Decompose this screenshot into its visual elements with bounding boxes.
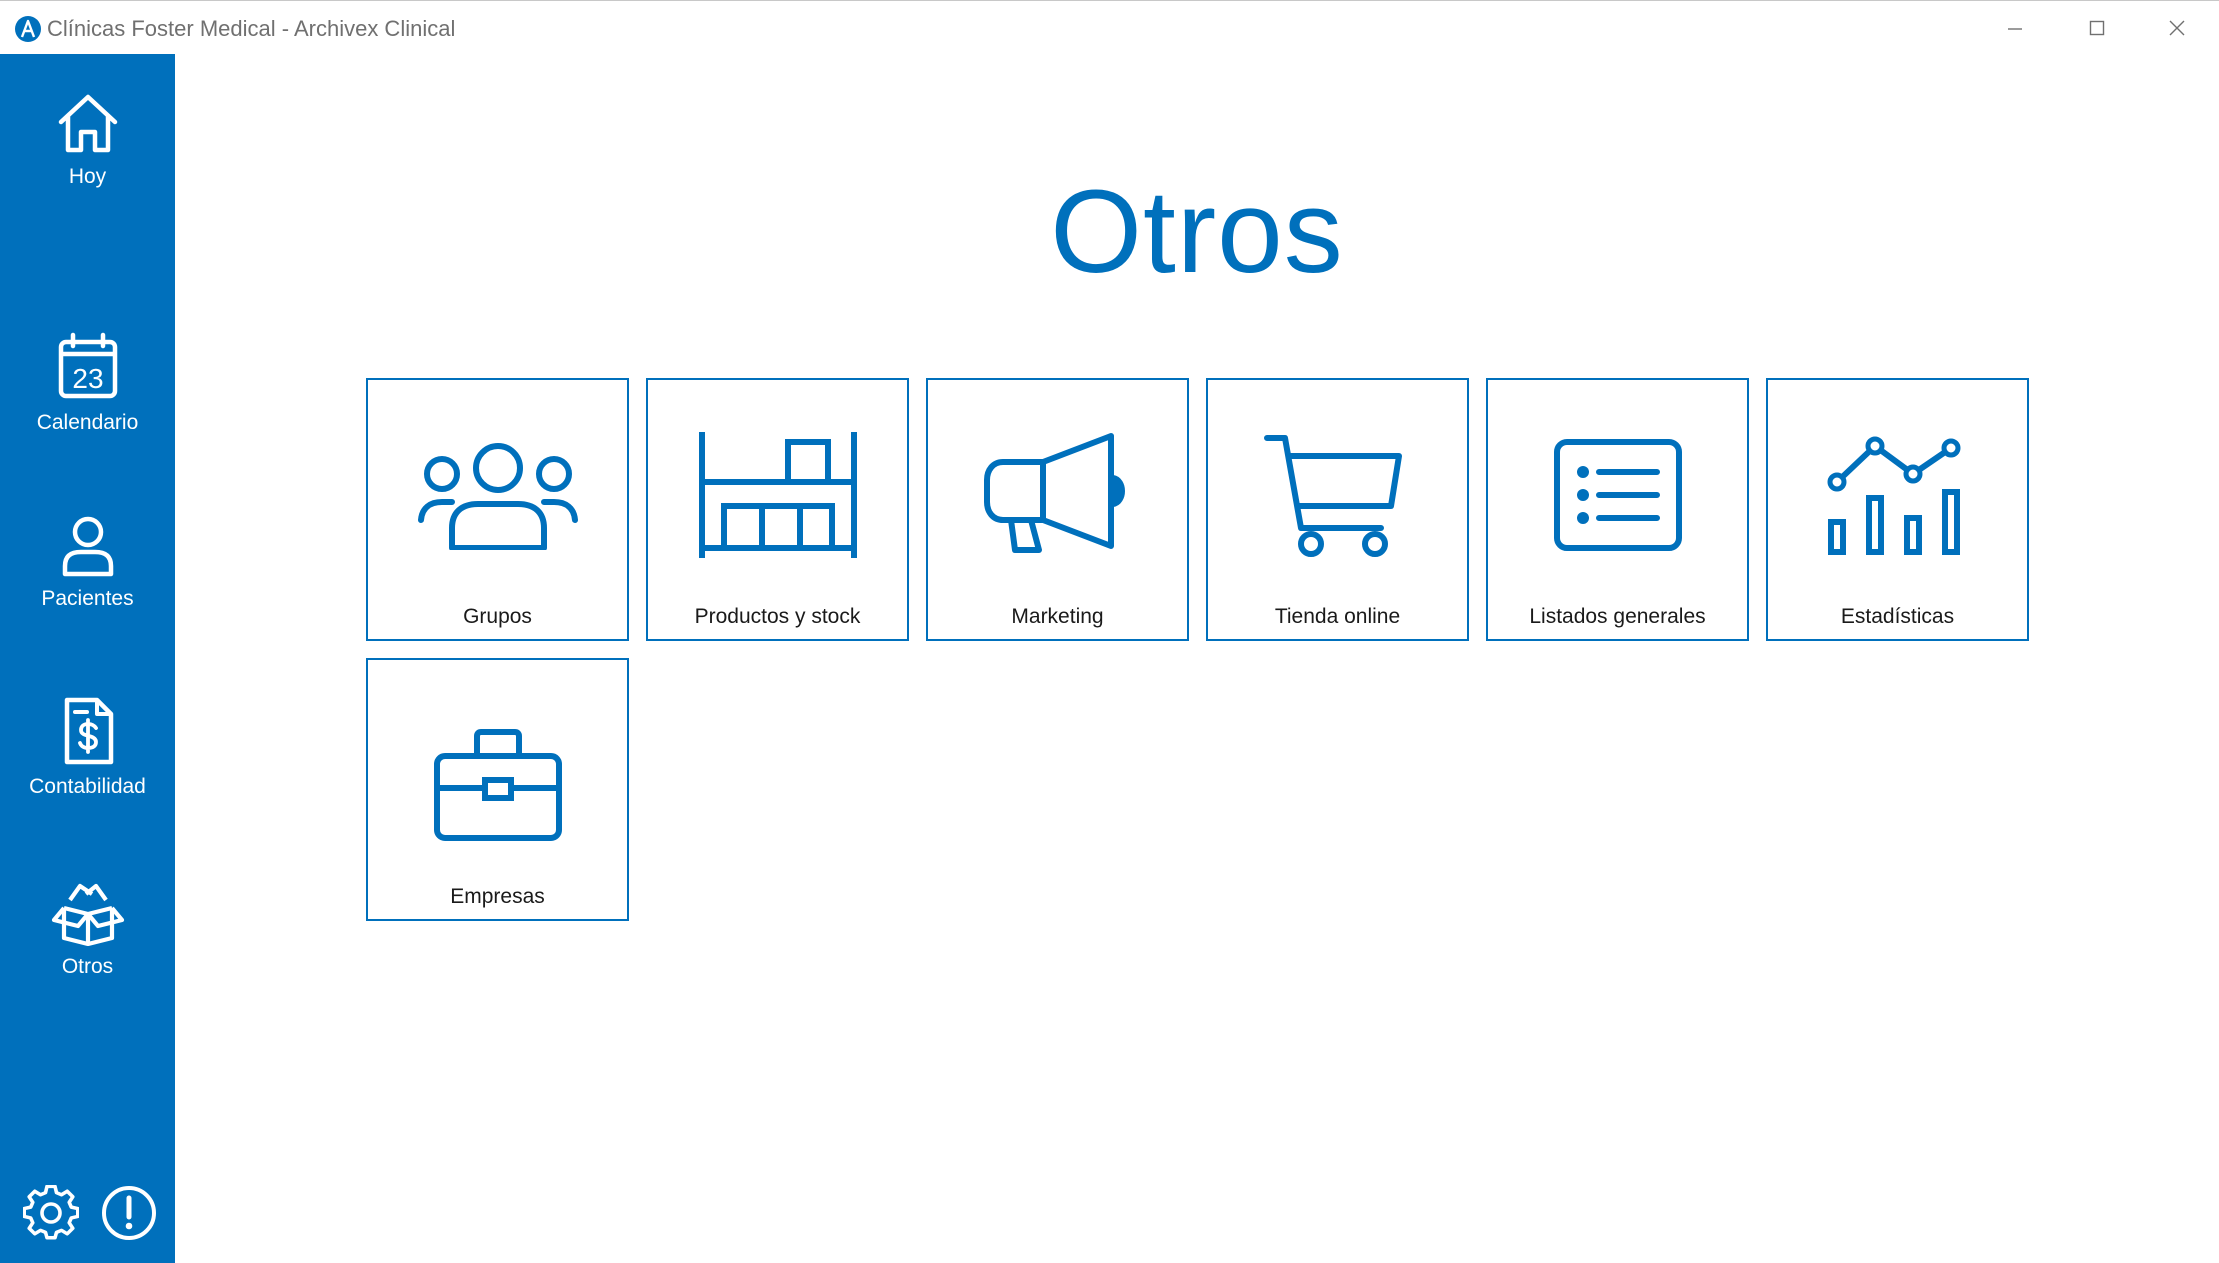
sidebar: Hoy 23 Calendario Pacientes Contabilidad xyxy=(0,54,175,1263)
tile-label: Estadísticas xyxy=(1840,605,1955,628)
people-group-icon xyxy=(417,443,578,550)
sidebar-item-label: Pacientes xyxy=(41,587,134,610)
maximize-icon xyxy=(2089,20,2105,36)
tile-empresas[interactable]: Empresas xyxy=(366,658,629,921)
calendar-icon: 23 xyxy=(58,332,117,399)
title-bar: Clínicas Foster Medical - Archivex Clini… xyxy=(0,0,2219,54)
sidebar-item-calendario[interactable]: 23 Calendario xyxy=(0,332,175,482)
sidebar-item-otros[interactable]: Otros xyxy=(0,882,175,1032)
tile-label: Tienda online xyxy=(1274,605,1401,628)
shelf-boxes-icon xyxy=(698,432,857,558)
minimize-icon xyxy=(2008,28,2022,30)
person-icon xyxy=(62,516,113,577)
tile-label: Marketing xyxy=(1011,605,1104,628)
archivex-logo-icon xyxy=(15,16,41,42)
alert-button[interactable] xyxy=(99,1183,159,1243)
sidebar-item-hoy[interactable]: Hoy xyxy=(0,92,175,242)
tile-listados-generales[interactable]: Listados generales xyxy=(1486,378,1749,641)
sidebar-item-label: Calendario xyxy=(36,411,139,434)
tile-marketing[interactable]: Marketing xyxy=(926,378,1189,641)
home-icon xyxy=(58,94,117,153)
alert-icon xyxy=(102,1186,156,1240)
megaphone-icon xyxy=(983,433,1125,553)
tile-estadisticas[interactable]: Estadísticas xyxy=(1766,378,2029,641)
tile-productos-y-stock[interactable]: Productos y stock xyxy=(646,378,909,641)
shopping-cart-icon xyxy=(1263,435,1402,557)
sidebar-item-label: Otros xyxy=(61,955,114,978)
window-title: Clínicas Foster Medical - Archivex Clini… xyxy=(47,16,456,41)
settings-button[interactable] xyxy=(21,1183,81,1243)
tile-grupos[interactable]: Grupos xyxy=(366,378,629,641)
tile-label: Listados generales xyxy=(1529,605,1706,628)
list-icon xyxy=(1553,439,1682,551)
invoice-dollar-icon xyxy=(64,697,113,765)
sidebar-item-contabilidad[interactable]: Contabilidad xyxy=(0,696,175,846)
chart-bars-line-icon xyxy=(1827,436,1960,555)
briefcase-icon xyxy=(433,729,562,841)
tile-tienda-online[interactable]: Tienda online xyxy=(1206,378,1469,641)
sidebar-item-label: Contabilidad xyxy=(29,775,146,798)
close-icon xyxy=(2169,20,2185,36)
close-button[interactable] xyxy=(2147,9,2207,47)
page-title: Otros xyxy=(1050,166,1344,298)
tile-label: Grupos xyxy=(463,605,532,628)
minimize-button[interactable] xyxy=(1985,9,2045,47)
tile-label: Empresas xyxy=(450,885,545,908)
tile-label: Productos y stock xyxy=(694,605,861,628)
sidebar-item-pacientes[interactable]: Pacientes xyxy=(0,514,175,664)
calendar-day-text: 23 xyxy=(72,363,103,394)
sidebar-item-label: Hoy xyxy=(68,165,107,188)
open-box-icon xyxy=(51,883,124,946)
maximize-button[interactable] xyxy=(2067,9,2127,47)
gear-icon xyxy=(23,1185,79,1240)
